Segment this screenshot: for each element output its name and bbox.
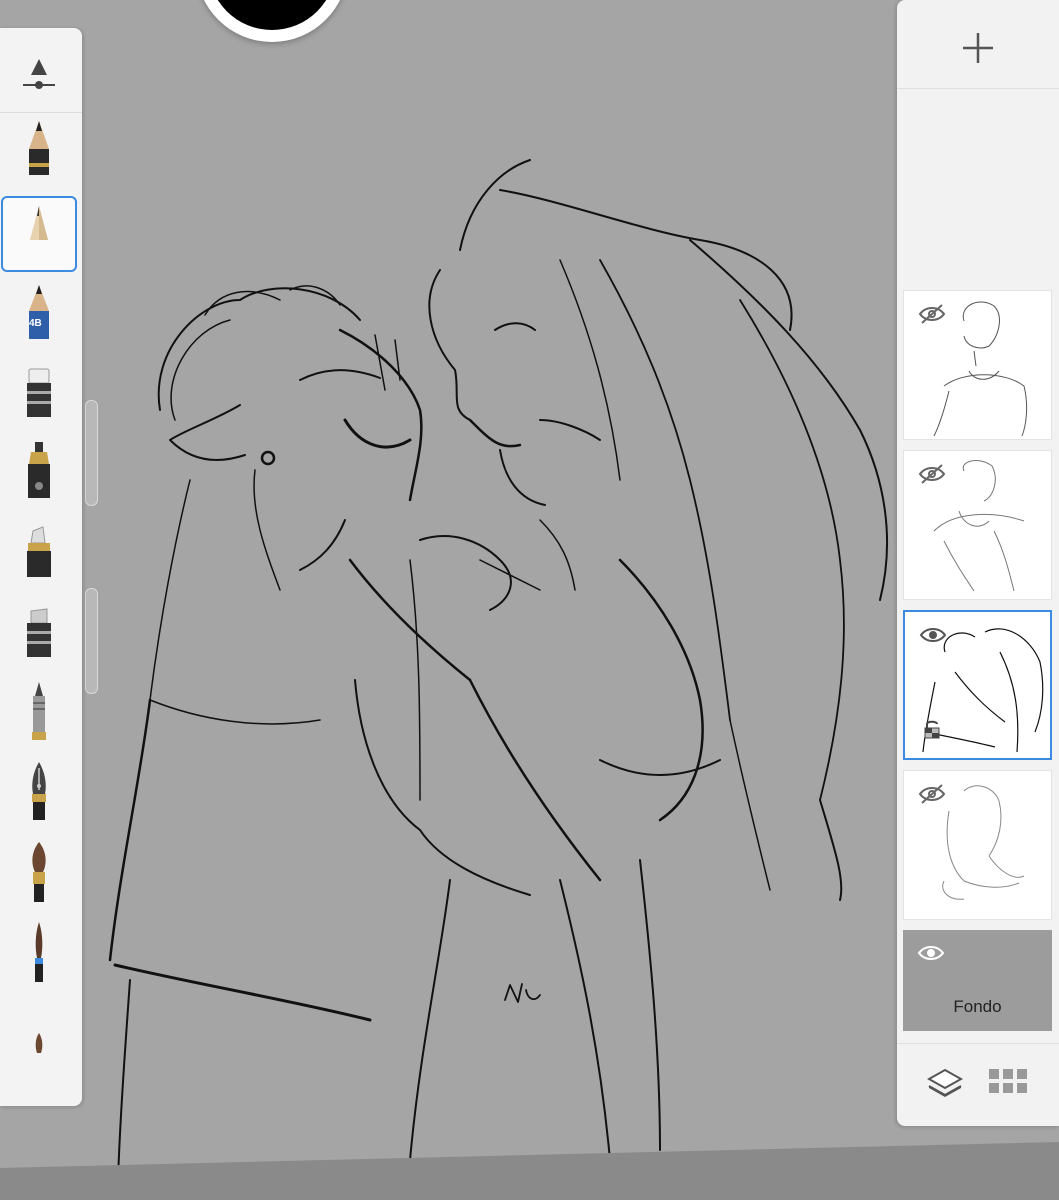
background-layer-label: Fondo — [953, 997, 1002, 1016]
eye-visible-icon[interactable] — [919, 624, 947, 646]
chisel-marker-icon[interactable] — [2, 596, 76, 670]
brush-size-slider-handle[interactable] — [85, 400, 98, 506]
brush-properties-icon[interactable] — [2, 38, 76, 112]
layer-thumbnail[interactable] — [903, 450, 1052, 600]
eye-hidden-icon[interactable] — [918, 463, 946, 485]
pencil-icon[interactable] — [2, 114, 76, 188]
layer-thumbnail-selected[interactable] — [903, 610, 1052, 760]
airbrush-icon[interactable] — [2, 436, 76, 510]
pencil-4b-label: 4B — [29, 318, 42, 329]
marker-icon[interactable] — [2, 516, 76, 590]
brush-opacity-slider-handle[interactable] — [85, 588, 98, 694]
brush-partial-icon[interactable] — [2, 996, 76, 1070]
fine-brush-icon[interactable] — [2, 916, 76, 990]
background-layer[interactable]: Fondo — [903, 930, 1052, 1031]
fountain-pen-icon[interactable] — [2, 756, 76, 830]
layers-panel: Fondo — [897, 0, 1059, 1126]
eye-hidden-icon[interactable] — [918, 303, 946, 325]
layers-stack-icon[interactable] — [926, 1066, 964, 1107]
eraser-icon[interactable] — [2, 356, 76, 430]
bottom-edge — [0, 1142, 1059, 1200]
current-color-swatch — [208, 0, 336, 30]
layer-thumbnail[interactable] — [903, 290, 1052, 440]
plus-icon — [963, 33, 993, 63]
eye-hidden-icon[interactable] — [918, 783, 946, 805]
paint-brush-icon[interactable] — [2, 836, 76, 910]
eye-visible-icon[interactable] — [917, 942, 945, 964]
layers-footer — [897, 1043, 1059, 1126]
sketch-artwork — [108, 159, 888, 1181]
layer-thumbnail[interactable] — [903, 770, 1052, 920]
layer-lock-icon — [924, 720, 940, 739]
brush-toolbar: 4B — [0, 28, 82, 1106]
hard-pencil-icon[interactable] — [1, 196, 77, 272]
add-layer-button[interactable] — [897, 8, 1059, 89]
pencil-4b-icon[interactable]: 4B — [2, 276, 76, 350]
ballpoint-pen-icon[interactable] — [2, 676, 76, 750]
grid-icon[interactable] — [989, 1069, 1029, 1102]
